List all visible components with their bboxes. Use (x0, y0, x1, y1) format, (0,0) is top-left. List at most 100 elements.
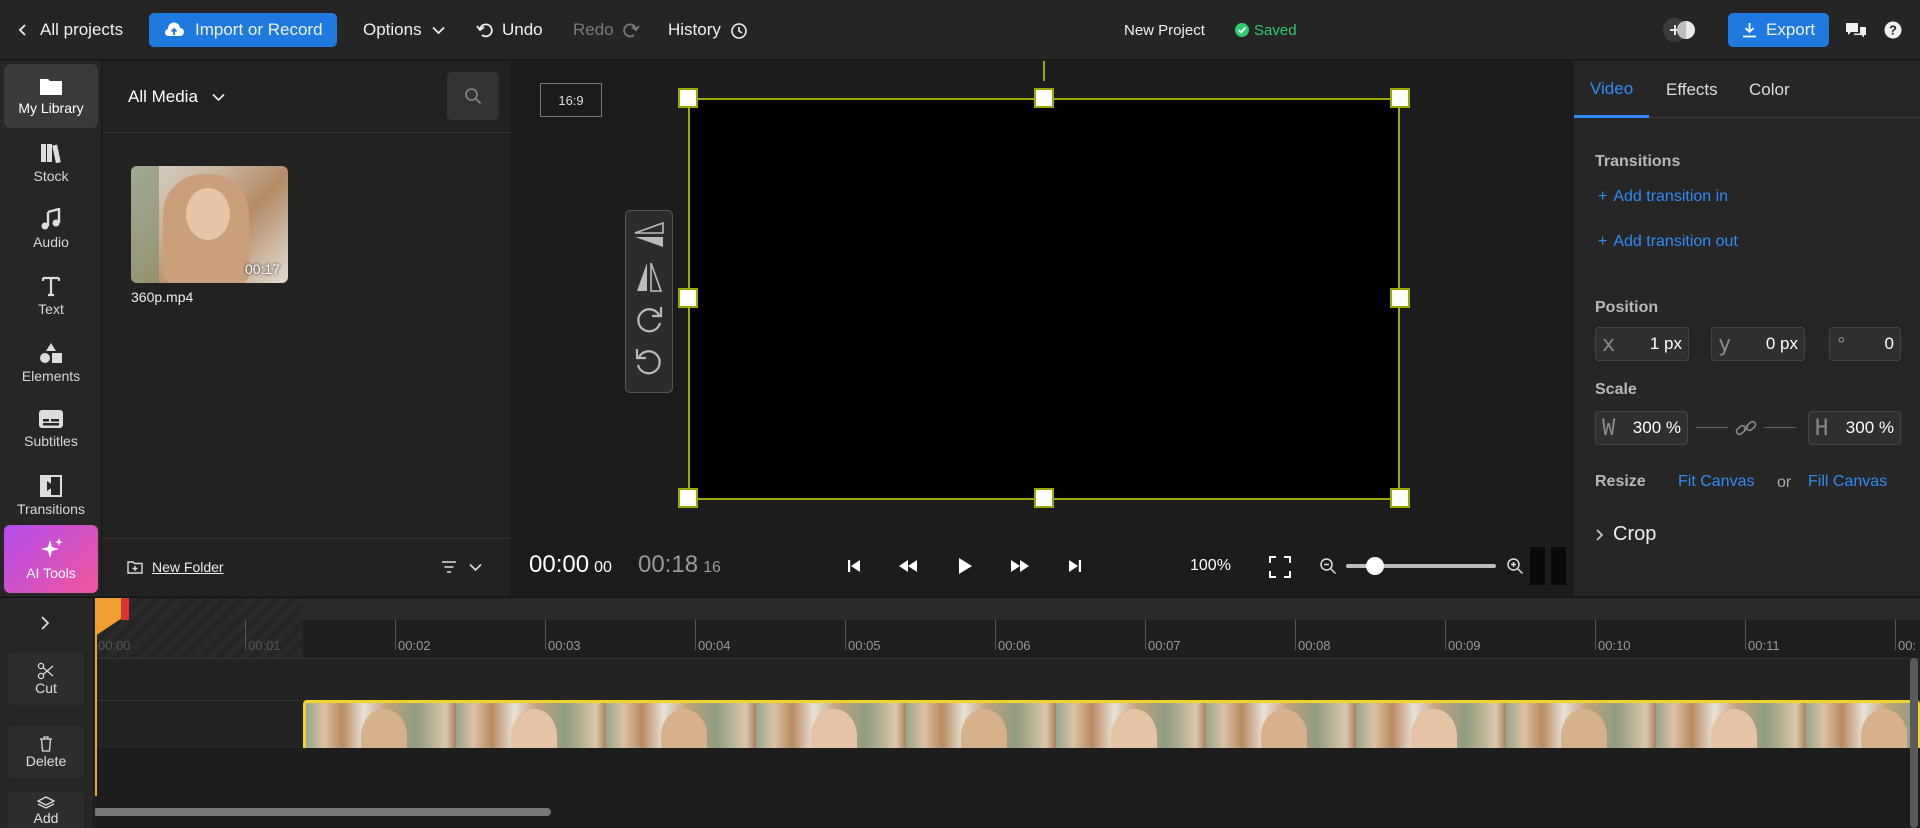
resize-handle-right[interactable] (1390, 288, 1410, 308)
media-header-divider (103, 132, 511, 133)
scale-lock-button[interactable] (1734, 417, 1758, 439)
check-circle-icon (1235, 23, 1249, 37)
ruler-tick-label: 00:03 (548, 638, 581, 653)
resize-handle-bottom-left[interactable] (678, 488, 698, 508)
history-button[interactable]: History (668, 0, 748, 60)
media-thumbnail[interactable]: 00:17 (131, 166, 288, 283)
nav-audio[interactable]: Audio (4, 197, 98, 261)
top-bar: All projects Import or Record Options Un… (0, 0, 1920, 60)
crop-section-toggle[interactable]: Crop (1595, 523, 1656, 546)
timeline-toolbar: Cut Delete Add (0, 598, 94, 828)
play-button[interactable] (954, 555, 976, 577)
fill-canvas-link[interactable]: Fill Canvas (1808, 473, 1887, 491)
layout-toggle[interactable] (1530, 547, 1566, 585)
cut-button[interactable]: Cut (8, 653, 84, 705)
nav-transitions[interactable]: Transitions (4, 464, 98, 528)
resize-handle-top[interactable] (1034, 88, 1054, 108)
fast-forward-icon (1011, 560, 1029, 572)
add-transition-out-link[interactable]: + Add transition out (1598, 233, 1738, 251)
nav-my-library[interactable]: My Library (4, 64, 98, 128)
media-search-button[interactable] (447, 72, 499, 120)
resize-handle-left[interactable] (678, 288, 698, 308)
zoom-out-button[interactable] (1319, 557, 1337, 575)
all-projects-link[interactable]: All projects (16, 0, 123, 60)
trim-marker[interactable] (121, 598, 129, 620)
scale-width-field[interactable]: W 300 % (1595, 411, 1688, 445)
zoom-percent[interactable]: 100% (1190, 557, 1231, 575)
new-folder-button[interactable]: New Folder (127, 559, 224, 575)
flip-vertical-button[interactable] (631, 259, 667, 295)
properties-panel: Video Effects Color Transitions + Add tr… (1573, 61, 1920, 596)
history-label: History (668, 20, 721, 39)
collaborators-button[interactable] (1661, 0, 1695, 60)
timeline-ruler[interactable]: 00:00 00:01 00:02 00:03 00:04 00:05 00:06 00:07… (95, 598, 1920, 658)
music-note-icon (41, 208, 61, 230)
resize-handle-top-left[interactable] (678, 88, 698, 108)
rewind-icon (899, 560, 917, 572)
position-y-field[interactable]: y 0 px (1711, 327, 1805, 361)
resize-handle-bottom-right[interactable] (1390, 488, 1410, 508)
chat-bubbles-icon (1846, 23, 1866, 38)
y-label: y (1718, 331, 1732, 357)
thumbnail-face (186, 188, 230, 240)
skip-to-start-button[interactable] (844, 556, 864, 576)
undo-button[interactable]: Undo (476, 0, 543, 60)
tab-video[interactable]: Video (1590, 79, 1633, 99)
rotation-field[interactable]: ° 0 (1829, 327, 1901, 361)
flip-horizontal-button[interactable] (631, 217, 667, 253)
sort-filter-button[interactable] (441, 560, 482, 574)
tab-effects[interactable]: Effects (1666, 80, 1718, 100)
project-name[interactable]: New Project (1124, 0, 1205, 60)
options-menu[interactable]: Options (363, 0, 445, 60)
position-y-value: 0 px (1765, 334, 1798, 353)
thumbnail-window (131, 166, 159, 283)
help-button[interactable]: ? (1884, 0, 1902, 60)
nav-subtitles[interactable]: Subtitles (4, 397, 98, 461)
scale-link-line-right (1764, 427, 1796, 428)
import-record-button[interactable]: Import or Record (149, 13, 337, 47)
project-name-label: New Project (1124, 21, 1205, 39)
folder-icon (40, 79, 62, 95)
chevron-right-icon (1596, 528, 1604, 541)
rotate-right-button[interactable] (631, 301, 667, 337)
horizontal-scrollbar[interactable] (95, 808, 551, 816)
expand-timeline-button[interactable] (38, 615, 52, 631)
add-transition-in-link[interactable]: + Add transition in (1598, 188, 1728, 206)
fullscreen-button[interactable] (1268, 555, 1292, 579)
skip-forward-icon (1069, 560, 1081, 572)
tab-color[interactable]: Color (1749, 80, 1790, 100)
delete-button[interactable]: Delete (8, 726, 84, 778)
feedback-button[interactable] (1845, 0, 1867, 60)
properties-tabs: Video Effects Color (1574, 61, 1920, 118)
ruler-tick (395, 620, 396, 650)
nav-elements[interactable]: Elements (4, 331, 98, 395)
vertical-scrollbar[interactable] (1910, 658, 1918, 828)
export-button[interactable]: Export (1728, 13, 1830, 47)
tab-effects-label: Effects (1666, 80, 1718, 99)
fit-canvas-link[interactable]: Fit Canvas (1678, 473, 1754, 491)
skip-to-end-button[interactable] (1065, 556, 1085, 576)
current-time-value: 00:00 (529, 551, 590, 578)
zoom-in-button[interactable] (1506, 557, 1524, 575)
resize-handle-top-right[interactable] (1390, 88, 1410, 108)
add-layer-button[interactable]: Add (8, 792, 84, 828)
nav-ai-tools[interactable]: AI Tools (4, 525, 98, 593)
rewind-button[interactable] (897, 556, 919, 576)
rotate-left-button[interactable] (631, 343, 667, 379)
zoom-slider-track[interactable] (1346, 557, 1496, 575)
aspect-ratio-button[interactable]: 16:9 (540, 83, 602, 117)
video-canvas[interactable] (688, 98, 1400, 500)
scale-height-field[interactable]: H 300 % (1808, 411, 1901, 445)
resize-handle-bottom[interactable] (1034, 488, 1054, 508)
nav-stock[interactable]: Stock (4, 131, 98, 195)
nav-text[interactable]: Text (4, 264, 98, 328)
layout-toggle-left (1530, 547, 1545, 585)
fullscreen-icon (1269, 556, 1291, 578)
fast-forward-button[interactable] (1009, 556, 1031, 576)
media-filter-label: All Media (128, 87, 198, 106)
subtitles-icon (39, 410, 63, 428)
position-x-field[interactable]: x 1 px (1595, 327, 1689, 361)
redo-button[interactable]: Redo (573, 0, 640, 60)
media-filter-dropdown[interactable]: All Media (128, 87, 225, 107)
zoom-slider-thumb[interactable] (1365, 557, 1384, 575)
